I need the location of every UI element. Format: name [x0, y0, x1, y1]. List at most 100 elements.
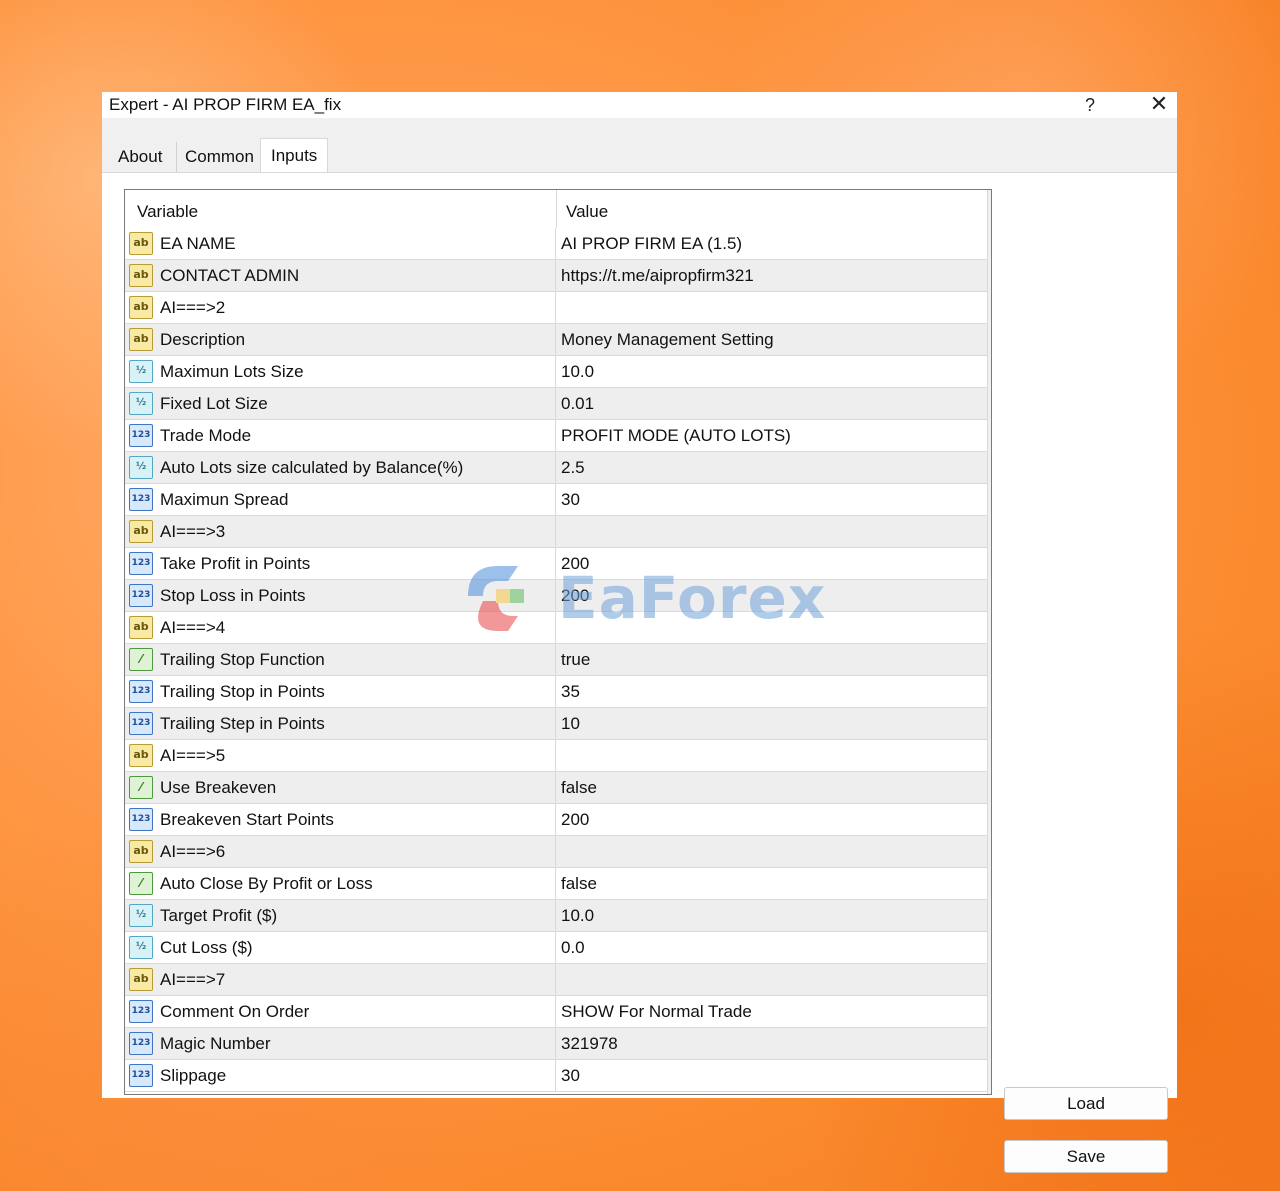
- variable-value[interactable]: Money Management Setting: [561, 330, 774, 350]
- double-type-icon: ½: [129, 904, 153, 927]
- load-button[interactable]: Load: [1004, 1087, 1168, 1120]
- integer-type-icon: 123: [129, 552, 153, 575]
- input-row[interactable]: ½ Cut Loss ($) 0.0: [125, 932, 987, 964]
- tab-bar: About Common Inputs: [102, 138, 1177, 176]
- input-row[interactable]: 123 Stop Loss in Points 200: [125, 580, 987, 612]
- input-row[interactable]: 123 Slippage 30: [125, 1060, 987, 1092]
- input-row[interactable]: ½ Auto Lots size calculated by Balance(%)…: [125, 452, 987, 484]
- variable-cell[interactable]: ab CONTACT ADMIN: [125, 260, 556, 291]
- variable-cell[interactable]: 123 Trade Mode: [125, 420, 556, 451]
- close-button[interactable]: ✕: [1146, 92, 1172, 118]
- variable-cell[interactable]: 123 Magic Number: [125, 1028, 556, 1059]
- variable-value[interactable]: 10: [561, 714, 580, 734]
- input-row[interactable]: ⁄ Trailing Stop Function true: [125, 644, 987, 676]
- column-header-value[interactable]: Value: [566, 202, 608, 222]
- variable-cell[interactable]: ⁄ Use Breakeven: [125, 772, 556, 803]
- input-row[interactable]: ab AI===>5: [125, 740, 987, 772]
- input-row[interactable]: ½ Target Profit ($) 10.0: [125, 900, 987, 932]
- input-row[interactable]: 123 Comment On Order SHOW For Normal Trade: [125, 996, 987, 1028]
- input-row[interactable]: ½ Fixed Lot Size 0.01: [125, 388, 987, 420]
- double-type-icon: ½: [129, 392, 153, 415]
- input-row[interactable]: ⁄ Auto Close By Profit or Loss false: [125, 868, 987, 900]
- variable-value[interactable]: 200: [561, 810, 589, 830]
- input-row[interactable]: 123 Trailing Stop in Points 35: [125, 676, 987, 708]
- variable-value[interactable]: 0.01: [561, 394, 594, 414]
- variable-name: Target Profit ($): [160, 906, 278, 925]
- variable-value[interactable]: false: [561, 874, 597, 894]
- variable-name: Use Breakeven: [160, 778, 277, 797]
- variable-cell[interactable]: 123 Trailing Step in Points: [125, 708, 556, 739]
- variable-cell[interactable]: ab AI===>3: [125, 516, 556, 547]
- variable-value[interactable]: SHOW For Normal Trade: [561, 1002, 752, 1022]
- variable-value[interactable]: 30: [561, 490, 580, 510]
- variable-cell[interactable]: ab EA NAME: [125, 228, 556, 259]
- expert-dialog: Expert - AI PROP FIRM EA_fix ? ✕ About C…: [102, 92, 1177, 1173]
- variable-cell[interactable]: ½ Auto Lots size calculated by Balance(%): [125, 452, 556, 483]
- input-row[interactable]: 123 Take Profit in Points 200: [125, 548, 987, 580]
- variable-value[interactable]: 30: [561, 1066, 580, 1086]
- variable-value[interactable]: https://t.me/aipropfirm321: [561, 266, 754, 286]
- variable-value[interactable]: 2.5: [561, 458, 585, 478]
- input-row[interactable]: ab CONTACT ADMIN https://t.me/aipropfirm32…: [125, 260, 987, 292]
- variable-cell[interactable]: 123 Stop Loss in Points: [125, 580, 556, 611]
- column-divider[interactable]: [556, 190, 557, 228]
- input-row[interactable]: ½ Maximun Lots Size 10.0: [125, 356, 987, 388]
- input-row[interactable]: ab Description Money Management Setting: [125, 324, 987, 356]
- variable-value[interactable]: 10.0: [561, 362, 594, 382]
- variable-value[interactable]: 0.0: [561, 938, 585, 958]
- variable-cell[interactable]: ½ Cut Loss ($): [125, 932, 556, 963]
- variable-value[interactable]: 200: [561, 586, 589, 606]
- input-row[interactable]: 123 Trailing Step in Points 10: [125, 708, 987, 740]
- variable-cell[interactable]: ab AI===>4: [125, 612, 556, 643]
- variable-value[interactable]: 200: [561, 554, 589, 574]
- input-row[interactable]: ab AI===>4: [125, 612, 987, 644]
- input-row[interactable]: 123 Trade Mode PROFIT MODE (AUTO LOTS): [125, 420, 987, 452]
- variable-name: Fixed Lot Size: [160, 394, 268, 413]
- variable-cell[interactable]: ½ Fixed Lot Size: [125, 388, 556, 419]
- variable-cell[interactable]: 123 Maximun Spread: [125, 484, 556, 515]
- input-row[interactable]: ab AI===>6: [125, 836, 987, 868]
- variable-value[interactable]: 35: [561, 682, 580, 702]
- tab-common[interactable]: Common: [176, 142, 262, 176]
- column-header-variable[interactable]: Variable: [137, 202, 198, 222]
- variable-cell[interactable]: 123 Slippage: [125, 1060, 556, 1091]
- variable-cell[interactable]: ab AI===>6: [125, 836, 556, 867]
- inputs-grid: Variable Value ab EA NAME AI PROP FIRM EA …: [124, 189, 992, 1095]
- variable-cell[interactable]: ½ Maximun Lots Size: [125, 356, 556, 387]
- tab-about[interactable]: About: [110, 142, 170, 176]
- input-row[interactable]: 123 Magic Number 321978: [125, 1028, 987, 1060]
- variable-cell[interactable]: 123 Comment On Order: [125, 996, 556, 1027]
- variable-cell[interactable]: ab Description: [125, 324, 556, 355]
- input-row[interactable]: ab AI===>7: [125, 964, 987, 996]
- variable-cell[interactable]: ab AI===>7: [125, 964, 556, 995]
- input-row[interactable]: ⁄ Use Breakeven false: [125, 772, 987, 804]
- variable-value[interactable]: AI PROP FIRM EA (1.5): [561, 234, 742, 254]
- double-type-icon: ½: [129, 936, 153, 959]
- variable-name: Slippage: [160, 1066, 227, 1085]
- input-row[interactable]: 123 Breakeven Start Points 200: [125, 804, 987, 836]
- string-type-icon: ab: [129, 968, 153, 991]
- variable-cell[interactable]: 123 Take Profit in Points: [125, 548, 556, 579]
- variable-name: Trailing Stop in Points: [160, 682, 325, 701]
- variable-value[interactable]: 10.0: [561, 906, 594, 926]
- input-row[interactable]: 123 Maximun Spread 30: [125, 484, 987, 516]
- input-row[interactable]: ab EA NAME AI PROP FIRM EA (1.5): [125, 228, 987, 260]
- string-type-icon: ab: [129, 744, 153, 767]
- variable-value[interactable]: 321978: [561, 1034, 618, 1054]
- variable-cell[interactable]: ⁄ Auto Close By Profit or Loss: [125, 868, 556, 899]
- variable-value[interactable]: true: [561, 650, 590, 670]
- variable-cell[interactable]: ab AI===>2: [125, 292, 556, 323]
- input-row[interactable]: ab AI===>2: [125, 292, 987, 324]
- input-row[interactable]: ab AI===>3: [125, 516, 987, 548]
- variable-cell[interactable]: ⁄ Trailing Stop Function: [125, 644, 556, 675]
- variable-cell[interactable]: 123 Breakeven Start Points: [125, 804, 556, 835]
- variable-cell[interactable]: ab AI===>5: [125, 740, 556, 771]
- variable-cell[interactable]: 123 Trailing Stop in Points: [125, 676, 556, 707]
- save-button[interactable]: Save: [1004, 1140, 1168, 1173]
- help-button[interactable]: ?: [1080, 92, 1100, 118]
- tab-inputs[interactable]: Inputs: [260, 138, 329, 174]
- inputs-panel: Variable Value ab EA NAME AI PROP FIRM EA …: [102, 172, 1177, 1173]
- variable-value[interactable]: PROFIT MODE (AUTO LOTS): [561, 426, 791, 446]
- variable-cell[interactable]: ½ Target Profit ($): [125, 900, 556, 931]
- variable-value[interactable]: false: [561, 778, 597, 798]
